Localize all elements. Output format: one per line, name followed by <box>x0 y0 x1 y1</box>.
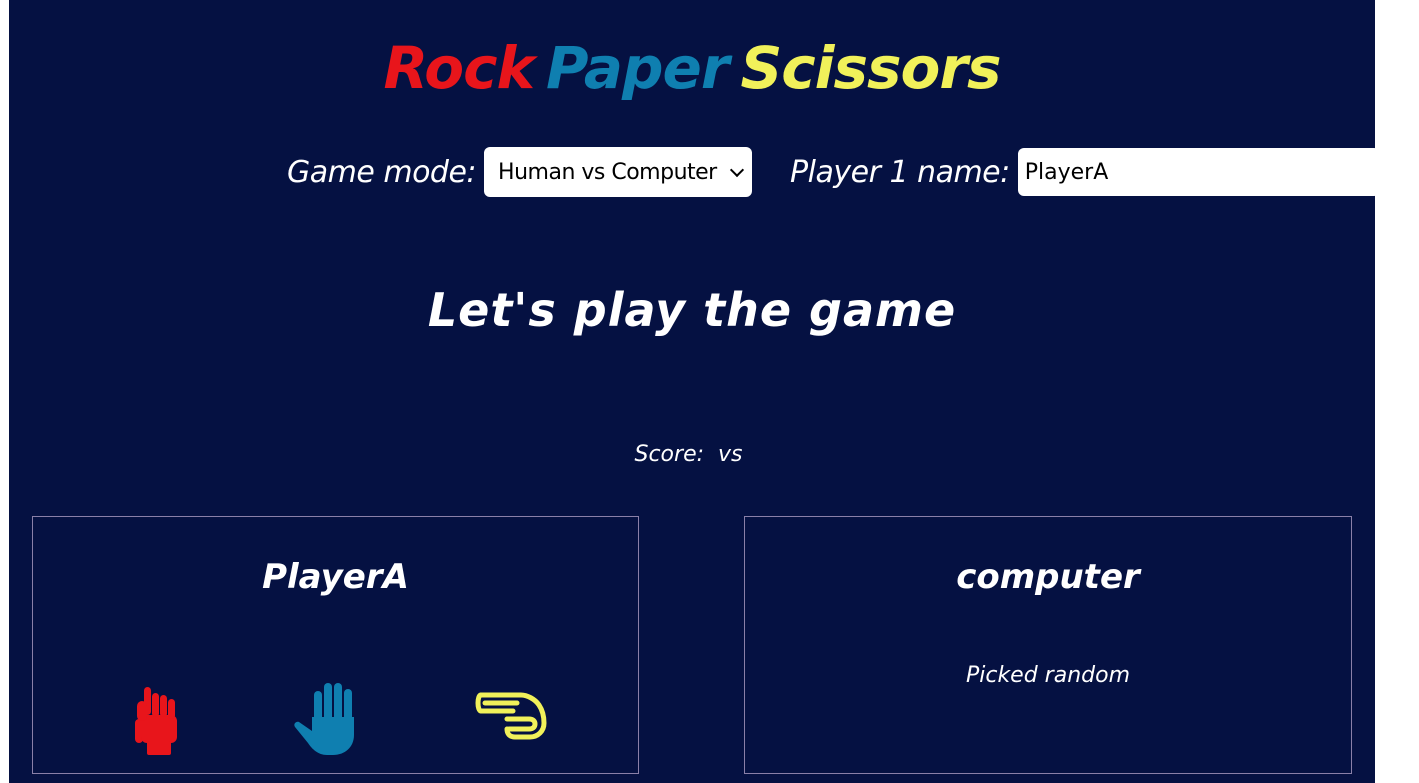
open-hand-icon <box>294 683 354 755</box>
paper-choice-button[interactable] <box>291 677 371 757</box>
player-name: PlayerA <box>262 557 409 597</box>
title-word-rock: Rock <box>383 34 535 102</box>
title-word-scissors: Scissors <box>740 34 1001 102</box>
opponent-status: Picked random <box>965 663 1131 688</box>
game-screen: Rock Paper Scissors Game mode: Human vs Co… <box>9 0 1380 783</box>
settings-bar: Game mode: Human vs Computer Player 1 na… <box>287 147 1380 197</box>
title-word-paper: Paper <box>546 34 729 102</box>
opponent-name: computer <box>956 557 1140 597</box>
scissors-hand-icon <box>475 692 547 740</box>
player1-name-input[interactable]: PlayerA <box>1017 148 1380 196</box>
game-heading: Let's play the game <box>427 283 957 337</box>
game-mode-label: Game mode: <box>287 154 477 190</box>
chevron-down-icon <box>729 162 745 178</box>
game-mode-select[interactable]: Human vs Computer <box>484 147 753 197</box>
fist-icon <box>135 687 177 755</box>
rock-choice-button[interactable] <box>115 677 195 757</box>
scissors-choice-button[interactable] <box>473 677 553 757</box>
player1-name-label: Player 1 name: <box>790 154 1010 190</box>
player-panel-left: PlayerA <box>32 516 639 774</box>
score-text: Score: vs <box>634 442 750 467</box>
game-mode-value: Human vs Computer <box>498 159 717 185</box>
page-title: Rock Paper Scissors <box>9 28 1375 108</box>
player-panel-right: computer Picked random <box>744 516 1352 774</box>
player1-name-value: PlayerA <box>1024 159 1109 185</box>
